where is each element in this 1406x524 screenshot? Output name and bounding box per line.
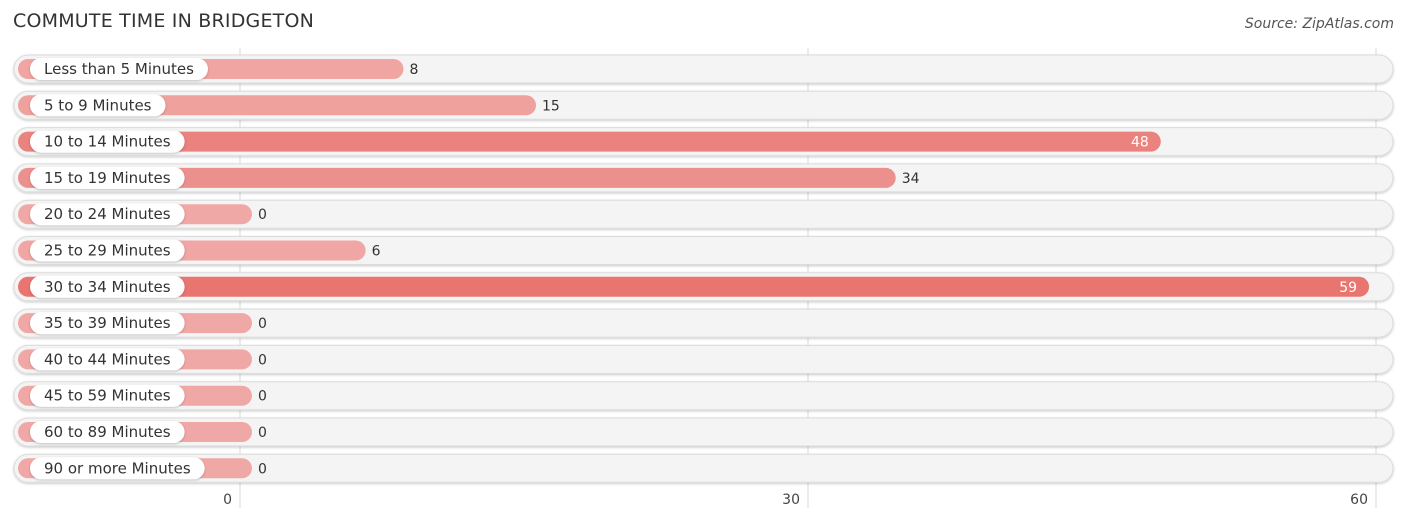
value-label: 15	[542, 98, 560, 114]
bar-row: 90 or more Minutes 0	[13, 453, 1394, 483]
category-label: Less than 5 Minutes	[44, 60, 194, 78]
category-label: 90 or more Minutes	[44, 459, 191, 477]
x-tick-label: 0	[223, 492, 232, 508]
value-label: 0	[258, 316, 267, 332]
value-label: 59	[1339, 280, 1357, 296]
bar-row: 25 to 29 Minutes 6	[13, 236, 1394, 265]
bar-row: 35 to 39 Minutes 0	[13, 308, 1394, 338]
bar-row: 40 to 44 Minutes 0	[13, 344, 1394, 374]
bar-row: Less than 5 Minutes 8	[13, 54, 1394, 84]
category-label: 35 to 39 Minutes	[44, 314, 171, 332]
category-label: 60 to 89 Minutes	[44, 423, 171, 441]
value-label: 0	[258, 207, 267, 223]
category-label: 30 to 34 Minutes	[44, 278, 171, 296]
value-label: 8	[409, 62, 418, 78]
bar-row: 30 to 34 Minutes 59	[13, 272, 1394, 302]
bar-row: 45 to 59 Minutes 0	[13, 381, 1394, 411]
bar[interactable]	[18, 131, 1161, 152]
value-label: 48	[1131, 135, 1149, 151]
value-label: 34	[902, 171, 920, 187]
category-label: 45 to 59 Minutes	[44, 387, 171, 405]
x-tick-label: 30	[782, 492, 800, 508]
category-label: 15 to 19 Minutes	[44, 169, 171, 187]
bar-row: 10 to 14 Minutes 48	[13, 127, 1394, 157]
bar-row: 20 to 24 Minutes 0	[13, 199, 1394, 229]
category-label: 25 to 29 Minutes	[44, 242, 171, 260]
bar-row: 60 to 89 Minutes 0	[13, 417, 1394, 447]
category-label: 5 to 9 Minutes	[44, 96, 152, 114]
bar-row: 15 to 19 Minutes 34	[13, 163, 1394, 193]
value-label: 0	[258, 425, 267, 441]
x-tick-label: 60	[1350, 492, 1368, 508]
category-label: 40 to 44 Minutes	[44, 350, 171, 368]
bar[interactable]	[18, 276, 1370, 297]
category-label: 20 to 24 Minutes	[44, 205, 171, 223]
value-label: 0	[258, 461, 267, 477]
value-label: 6	[372, 244, 381, 260]
bar-row: 5 to 9 Minutes 15	[13, 90, 1394, 120]
bar-chart: Less than 5 Minutes 8 5 to 9 Minutes 15 10 t…	[13, 48, 1394, 508]
category-label: 10 to 14 Minutes	[44, 133, 171, 151]
value-label: 0	[258, 389, 267, 405]
value-label: 0	[258, 352, 267, 368]
